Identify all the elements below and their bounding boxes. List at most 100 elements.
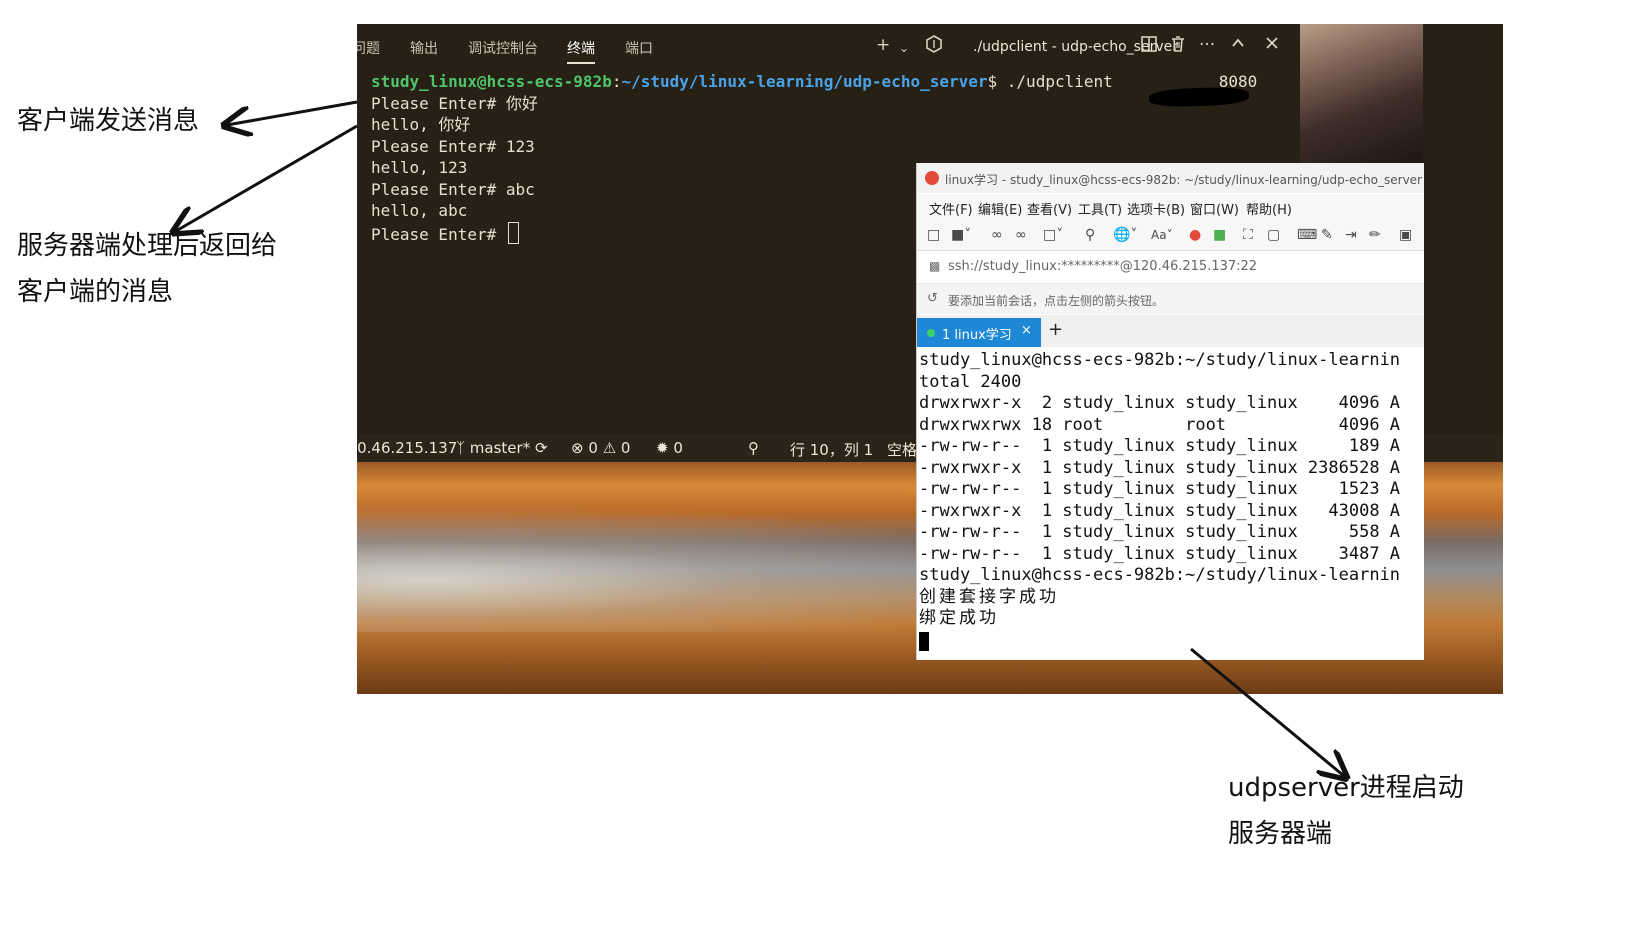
zoom-icon[interactable]: ⚲ <box>748 439 759 457</box>
menu-window[interactable]: 窗口(W) <box>1190 199 1239 218</box>
tab-output[interactable]: 输出 <box>410 38 438 58</box>
terminal-line: hello, 你好 <box>371 115 471 134</box>
xshell-title-bar: linux学习 - study_linux@hcss-ecs-982b: ~/s… <box>917 163 1424 193</box>
tab-problems[interactable]: 问题 <box>357 38 380 58</box>
terminal-line: drwxrwxrwx 18 root root 4096 A <box>919 415 1401 435</box>
tab-terminal[interactable]: 终端 <box>567 38 595 64</box>
globe-icon[interactable]: 🌐˅ <box>1113 226 1137 244</box>
command-line: study_linux@hcss-ecs-982b:~/study/linux-… <box>371 71 1257 93</box>
new-session-icon[interactable]: □ <box>927 226 940 244</box>
transfer-icon[interactable]: ⇥ <box>1345 226 1357 244</box>
xshell-logo-icon <box>925 171 939 185</box>
close-panel-icon[interactable] <box>1264 35 1280 56</box>
xshell-terminal[interactable]: study_linux@hcss-ecs-982b:~/study/linux-… <box>917 347 1424 660</box>
terminal-line: study_linux@hcss-ecs-982b:~/study/linux-… <box>919 350 1401 370</box>
search-icon[interactable]: ⚲ <box>1085 226 1095 244</box>
status-problems[interactable]: ⊗ 0 ⚠ 0 <box>571 439 630 457</box>
more-actions-icon[interactable]: ··· <box>1199 35 1215 55</box>
terminal-line: -rw-rw-r-- 1 study_linux study_linux 558… <box>919 522 1401 542</box>
new-terminal-icon[interactable]: + <box>876 35 890 55</box>
toolbar: □ ■˅ ∞ ∞ □˅ ⚲ 🌐˅ Aa˅ ● ■ ⛶ ▢ ⌨ ✎ ⇥ ✏ ▣ <box>917 220 1424 251</box>
status-ports[interactable]: ✹ 0 <box>656 439 683 457</box>
add-tab-button[interactable]: + <box>1048 319 1063 340</box>
command-text: ./udpclient <box>997 72 1113 91</box>
broadcast-icon: ✹ <box>656 439 669 457</box>
terminal-line: 绑定成功 <box>919 608 999 628</box>
new-tab-icon[interactable]: □˅ <box>1043 226 1063 244</box>
error-count: 0 <box>588 439 598 457</box>
status-indentation[interactable]: 空格 <box>887 439 917 460</box>
terminal-profile-icon <box>925 35 943 58</box>
font-icon[interactable]: Aa˅ <box>1151 226 1173 244</box>
terminal-line: -rw-rw-r-- 1 study_linux study_linux 189… <box>919 436 1401 456</box>
branch-icon: ᛉ <box>456 439 466 457</box>
terminal-line: -rwxrwxr-x 1 study_linux study_linux 430… <box>919 501 1401 521</box>
annotation-server-reply-line1: 服务器端处理后返回给 <box>17 231 278 261</box>
arrow-client-send <box>227 100 358 125</box>
split-terminal-icon[interactable] <box>1140 35 1158 58</box>
ports-count: 0 <box>673 439 683 457</box>
status-branch[interactable]: ᛉ master* ⟳ <box>456 439 548 457</box>
terminal-line: study_linux@hcss-ecs-982b:~/study/linux-… <box>919 565 1401 585</box>
menu-view[interactable]: 查看(V) <box>1027 199 1072 218</box>
menu-tools[interactable]: 工具(T) <box>1078 199 1122 218</box>
terminal-cursor <box>507 222 519 244</box>
terminal-line: drwxrwxr-x 2 study_linux study_linux 409… <box>919 393 1401 413</box>
maximize-panel-icon[interactable] <box>1230 35 1246 56</box>
menu-tabs[interactable]: 选项卡(B) <box>1127 199 1185 218</box>
menu-help[interactable]: 帮助(H) <box>1246 199 1292 218</box>
terminal-line: 创建套接字成功 <box>919 587 1059 607</box>
terminal-line: Please Enter# 123 <box>371 137 535 156</box>
connect-icon[interactable]: ∞ <box>991 226 1003 244</box>
open-folder-icon[interactable]: ■˅ <box>951 226 971 244</box>
add-session-icon[interactable]: ↺ <box>927 291 938 306</box>
warning-count: 0 <box>620 439 631 457</box>
lock-icon[interactable]: ▢ <box>1267 226 1280 244</box>
tab-linux-session[interactable]: 1 linux学习 × <box>917 318 1041 347</box>
status-cursor-position[interactable]: 行 10，列 1 <box>790 439 873 460</box>
address-bar[interactable]: ▩ ssh://study_linux:*********@120.46.215… <box>917 251 1424 284</box>
trash-icon[interactable] <box>1169 35 1187 58</box>
menu-bar: 文件(F) 编辑(E) 查看(V) 工具(T) 选项卡(B) 窗口(W) 帮助(… <box>917 194 1424 220</box>
terminal-line: -rw-rw-r-- 1 study_linux study_linux 152… <box>919 479 1401 499</box>
terminal-line: Please Enter# <box>371 225 506 244</box>
menu-file[interactable]: 文件(F) <box>929 199 973 218</box>
prompt-path: ~/study/linux-learning/udp-echo_server <box>621 72 988 91</box>
xshell-red-icon[interactable]: ● <box>1189 226 1201 244</box>
session-address: ssh://study_linux:*********@120.46.215.1… <box>948 259 1258 274</box>
branch-name: master* <box>469 439 531 457</box>
terminal-line: Please Enter# abc <box>371 180 535 199</box>
chevron-down-icon[interactable]: ⌄ <box>899 38 909 58</box>
disconnect-icon[interactable]: ∞ <box>1015 226 1027 244</box>
warning-icon: ⚠ <box>602 439 617 457</box>
terminal-line: -rw-rw-r-- 1 study_linux study_linux 348… <box>919 544 1401 564</box>
connected-dot-icon <box>927 329 935 337</box>
tab-label: 1 linux学习 <box>942 328 1012 343</box>
compose-icon[interactable]: ✎ <box>1321 226 1333 244</box>
fullscreen-icon[interactable]: ⛶ <box>1243 226 1253 244</box>
xftp-green-icon[interactable]: ■ <box>1213 226 1226 244</box>
close-tab-icon[interactable]: × <box>1021 323 1032 338</box>
status-remote[interactable]: 120.46.215.137 <box>357 439 457 457</box>
terminal-cursor <box>919 632 929 651</box>
error-icon: ⊗ <box>571 439 584 457</box>
arrow-server-reply <box>176 124 358 231</box>
tab-ports[interactable]: 端口 <box>625 38 653 58</box>
desktop-wallpaper-palm <box>1300 24 1423 164</box>
annotation-server-start-line2: 服务器端 <box>1228 819 1333 849</box>
terminal-line: -rwxrwxr-x 1 study_linux study_linux 238… <box>919 458 1401 478</box>
terminal-last-line: Please Enter# <box>371 222 519 246</box>
keyboard-icon[interactable]: ⌨ <box>1297 226 1317 244</box>
script-icon[interactable]: ✏ <box>1369 226 1381 244</box>
xshell-window: linux学习 - study_linux@hcss-ecs-982b: ~/s… <box>916 163 1424 660</box>
window-title: linux学习 - study_linux@hcss-ecs-982b: ~/s… <box>945 173 1424 187</box>
terminal-line: total 2400 <box>919 372 1022 392</box>
log-icon[interactable]: ▣ <box>1399 226 1412 244</box>
terminal-line: hello, abc <box>371 201 468 220</box>
terminal-line: Please Enter# 你好 <box>371 94 538 113</box>
sync-icon: ⟳ <box>534 439 548 457</box>
menu-edit[interactable]: 编辑(E) <box>978 199 1022 218</box>
session-hint-bar: ↺ 要添加当前会话，点击左侧的箭头按钮。 <box>917 284 1424 314</box>
lock-icon: ▩ <box>929 259 941 273</box>
tab-debug-console[interactable]: 调试控制台 <box>468 38 538 58</box>
